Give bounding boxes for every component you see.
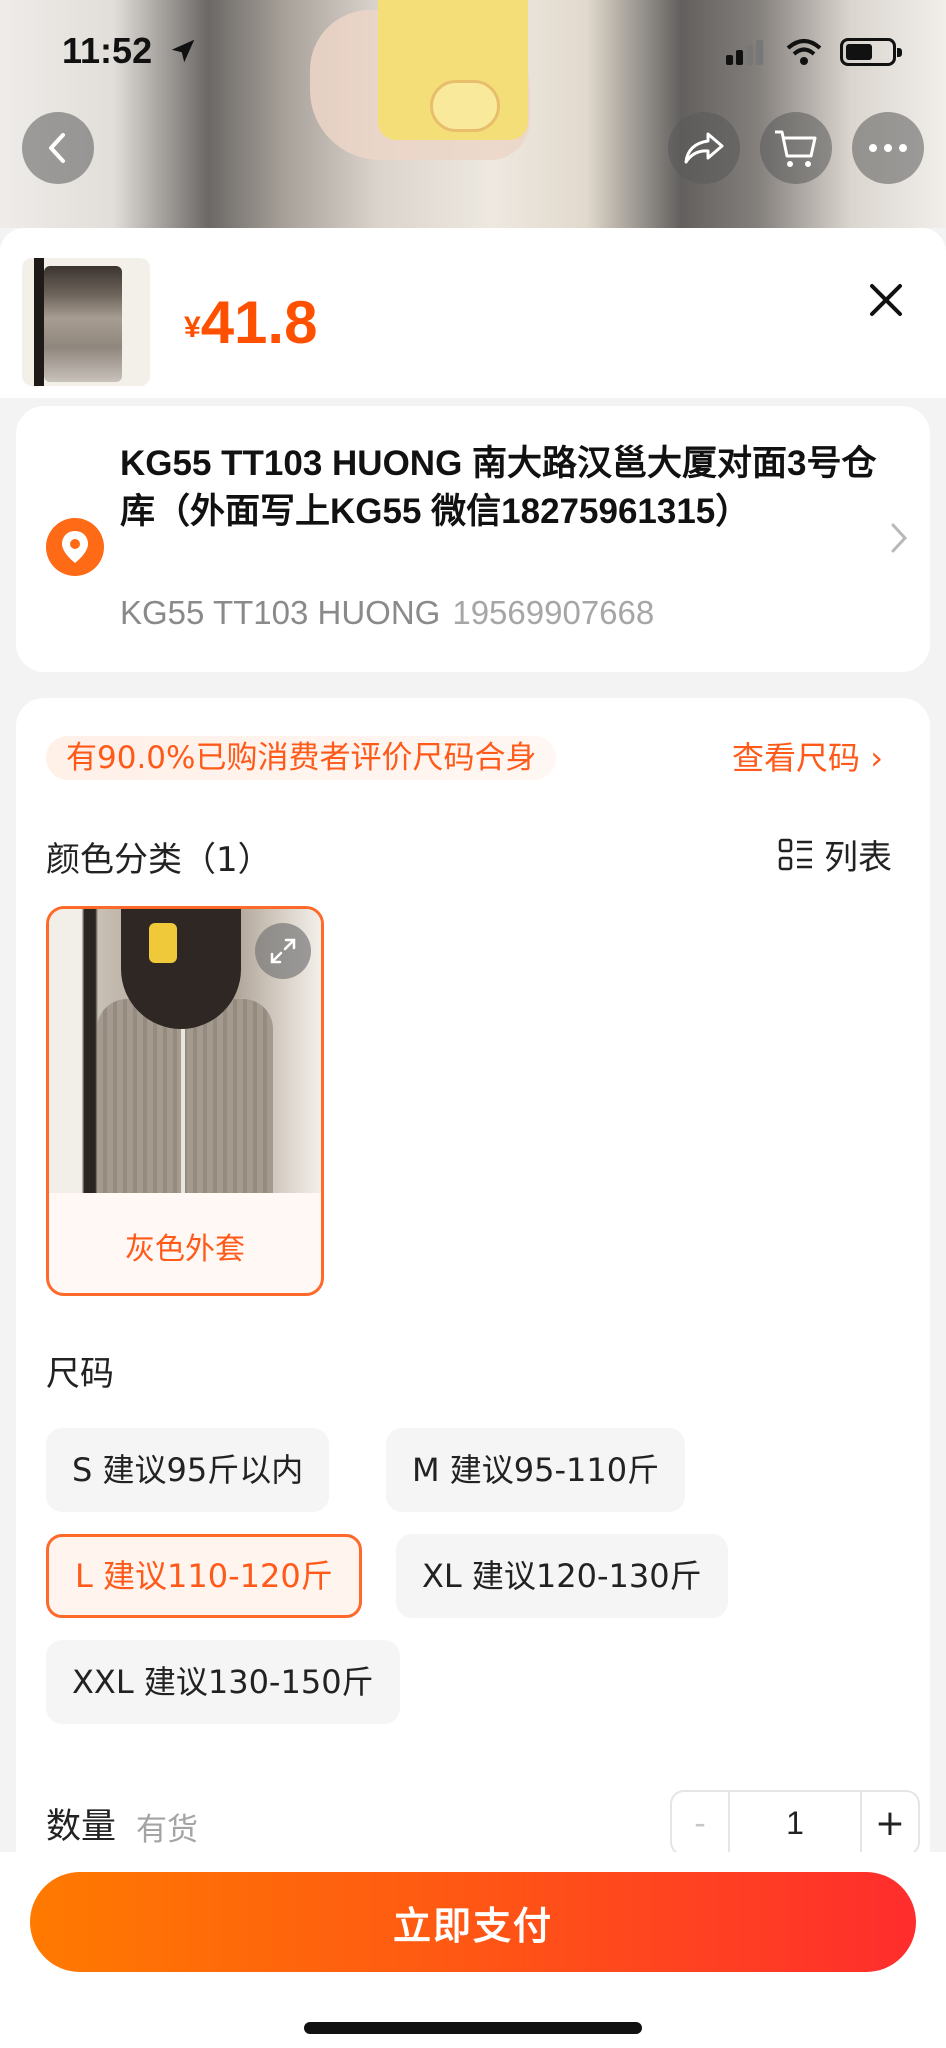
size-section-title: 尺码 bbox=[46, 1354, 114, 1394]
shipping-address-card[interactable]: KG55 TT103 HUONG 南大路汉邕大厦对面3号仓库（外面写上KG55 … bbox=[16, 406, 930, 672]
size-fit-badge: 有90.0%已购消费者评价尺码合身 bbox=[46, 736, 557, 780]
chevron-left-icon bbox=[49, 133, 65, 163]
chevron-right-icon bbox=[891, 523, 908, 553]
wifi-icon bbox=[786, 39, 822, 65]
back-button[interactable] bbox=[22, 112, 94, 184]
battery-icon bbox=[840, 38, 902, 66]
recipient-name: KG55 TT103 HUONG bbox=[120, 594, 441, 631]
quantity-decrease-button[interactable]: - bbox=[672, 1792, 730, 1854]
stock-status: 有货 bbox=[136, 1812, 198, 1848]
size-chart-link[interactable]: 查看尺码 › bbox=[732, 736, 883, 780]
product-price: ¥41.8 bbox=[184, 288, 317, 357]
cart-button[interactable] bbox=[760, 112, 832, 184]
list-view-icon bbox=[778, 838, 812, 870]
share-icon bbox=[684, 132, 724, 164]
chevron-right-icon: › bbox=[860, 739, 883, 777]
color-option-label: 灰色外套 bbox=[125, 1232, 245, 1267]
expand-icon[interactable] bbox=[255, 923, 311, 979]
status-bar: 11:52 bbox=[0, 0, 946, 104]
color-option-tile[interactable]: 灰色外套 bbox=[46, 906, 324, 1296]
size-option-l[interactable]: L 建议110-120斤 bbox=[46, 1534, 362, 1618]
sku-selector-sheet: ¥41.8 KG55 TT103 HUONG 南大路汉邕大厦对面3号仓库（外面写… bbox=[0, 228, 946, 2048]
price-value: 41.8 bbox=[200, 289, 318, 356]
currency-symbol: ¥ bbox=[184, 311, 201, 344]
size-chart-label: 查看尺码 bbox=[732, 739, 861, 777]
quantity-stepper: - 1 + bbox=[670, 1790, 920, 1856]
quantity-label: 数量 bbox=[46, 1807, 117, 1847]
list-view-toggle[interactable]: 列表 bbox=[778, 830, 892, 879]
size-option-s[interactable]: S 建议95斤以内 bbox=[46, 1428, 330, 1512]
options-card: 有90.0%已购消费者评价尺码合身 查看尺码 › 颜色分类（1） 列表 灰色外套… bbox=[16, 698, 930, 2048]
quantity-increase-button[interactable]: + bbox=[860, 1792, 918, 1854]
pay-now-button[interactable]: 立即支付 bbox=[30, 1872, 916, 1972]
sheet-header: ¥41.8 bbox=[0, 228, 946, 398]
size-option-xxl[interactable]: XXL 建议130-150斤 bbox=[46, 1640, 400, 1724]
recipient-line: KG55 TT103 HUONG 19569907668 bbox=[120, 594, 654, 632]
more-dots-icon bbox=[869, 144, 907, 152]
color-section-title: 颜色分类（1） bbox=[46, 840, 272, 880]
size-option-m[interactable]: M 建议95-110斤 bbox=[386, 1428, 686, 1512]
cellular-signal-icon bbox=[726, 40, 766, 65]
cart-icon bbox=[775, 130, 817, 167]
address-text: KG55 TT103 HUONG 南大路汉邕大厦对面3号仓库（外面写上KG55 … bbox=[120, 444, 877, 531]
share-button[interactable] bbox=[668, 112, 740, 184]
list-view-label: 列表 bbox=[824, 838, 892, 878]
home-indicator bbox=[304, 2022, 642, 2034]
bottom-action-bar: 立即支付 bbox=[0, 1852, 946, 2048]
close-icon[interactable] bbox=[866, 280, 906, 320]
status-time: 11:52 bbox=[62, 30, 153, 71]
more-button[interactable] bbox=[852, 112, 924, 184]
product-thumbnail[interactable] bbox=[22, 258, 150, 386]
size-option-xl[interactable]: XL 建议120-130斤 bbox=[396, 1534, 728, 1618]
location-arrow-icon bbox=[171, 39, 195, 63]
quantity-value[interactable]: 1 bbox=[730, 1792, 860, 1854]
location-pin-icon bbox=[46, 518, 104, 576]
recipient-phone: 19569907668 bbox=[452, 594, 655, 631]
